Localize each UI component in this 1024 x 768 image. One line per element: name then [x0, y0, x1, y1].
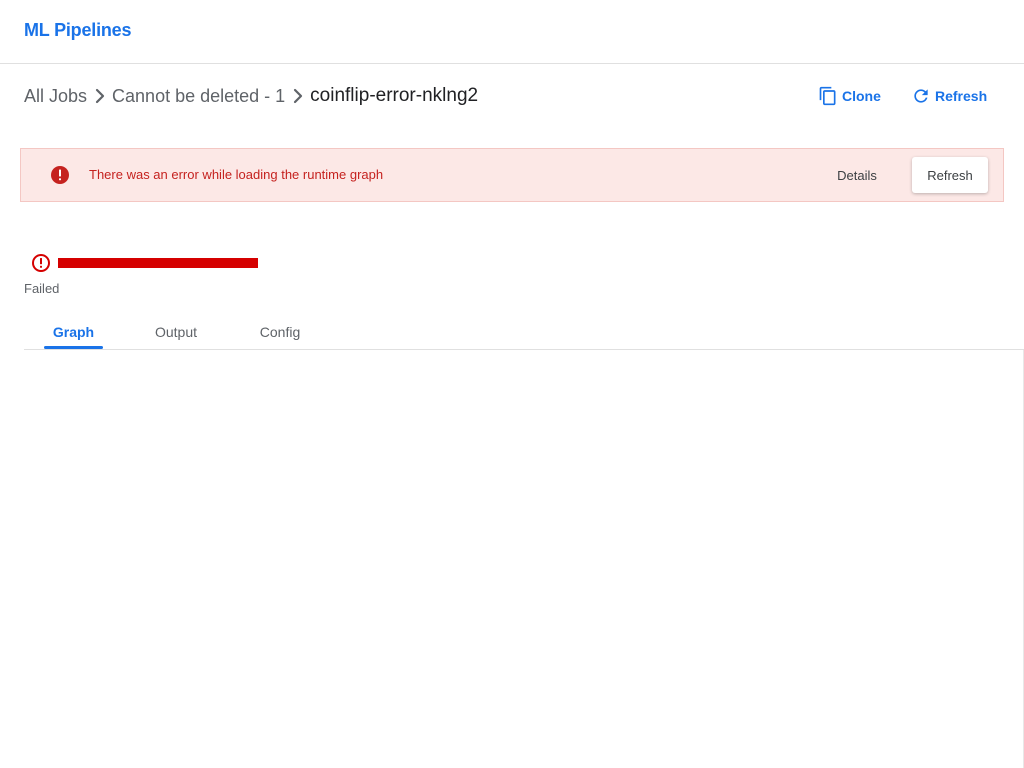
- clone-label: Clone: [842, 88, 881, 104]
- toolbar-refresh: Refresh: [911, 84, 987, 108]
- tab-config[interactable]: Config: [252, 314, 308, 349]
- app-title[interactable]: ML Pipelines: [24, 20, 131, 41]
- breadcrumb-all-jobs[interactable]: All Jobs: [24, 86, 87, 107]
- error-message: There was an error while loading the run…: [89, 167, 384, 182]
- breadcrumb-experiment[interactable]: Cannot be deleted - 1: [112, 86, 285, 107]
- graph-pane[interactable]: [24, 350, 1024, 768]
- toolbar: Clone: [818, 84, 881, 108]
- tab-output[interactable]: Output: [146, 314, 206, 349]
- banner-refresh-button[interactable]: Refresh: [912, 157, 988, 193]
- tab-graph[interactable]: Graph: [44, 314, 103, 349]
- active-tab-indicator: [44, 346, 103, 349]
- refresh-icon: [911, 86, 931, 106]
- error-banner: There was an error while loading the run…: [20, 148, 1004, 202]
- run-name-redacted-bar: [58, 258, 258, 268]
- clone-button[interactable]: Clone: [818, 84, 881, 108]
- refresh-button[interactable]: Refresh: [911, 84, 987, 108]
- error-outline-icon: [31, 253, 51, 273]
- refresh-label: Refresh: [935, 88, 988, 104]
- status-label: Failed: [24, 281, 60, 296]
- details-button[interactable]: Details: [825, 158, 889, 192]
- breadcrumb: All Jobs Cannot be deleted - 1 coinflip-…: [24, 82, 478, 110]
- tab-bar: Graph Output Config: [24, 314, 1024, 350]
- page-title: coinflip-error-nklng2: [310, 85, 479, 106]
- copy-icon: [818, 86, 838, 106]
- chevron-right-icon: [88, 84, 112, 108]
- chevron-right-icon: [286, 84, 310, 108]
- error-filled-icon: [50, 165, 70, 185]
- app-header: ML Pipelines: [0, 0, 1024, 64]
